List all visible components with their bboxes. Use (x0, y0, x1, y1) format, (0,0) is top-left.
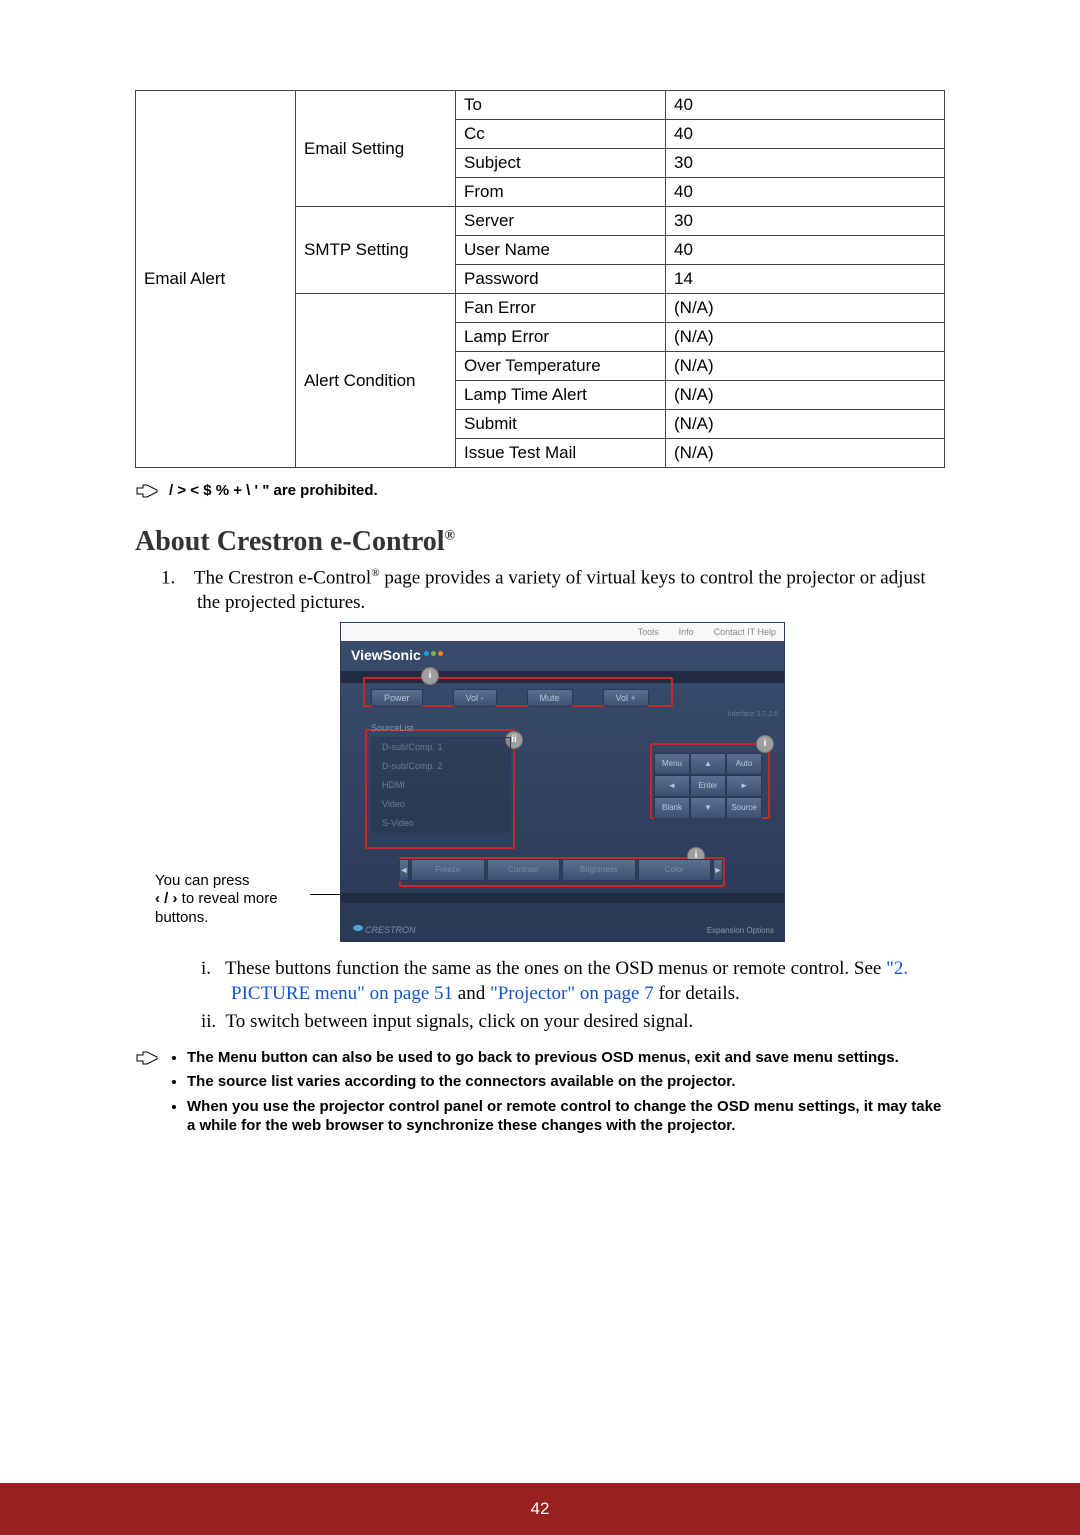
mute-button[interactable]: Mute (527, 689, 573, 707)
cell-limit: 40 (666, 91, 945, 120)
vol-minus-button[interactable]: Vol - (453, 689, 497, 707)
source-item[interactable]: D-sub/Comp. 2 (372, 757, 510, 776)
list-item: ii. To switch between input signals, cli… (201, 1009, 945, 1035)
source-item[interactable]: D-sub/Comp. 1 (372, 738, 510, 757)
cell-group: SMTP Setting (296, 207, 456, 294)
page-number: 42 (531, 1499, 550, 1519)
expansion-options-link[interactable]: Expansion Options (707, 926, 774, 935)
source-item[interactable]: S-Video (372, 814, 510, 832)
reveal-right-button[interactable]: ► (713, 859, 723, 881)
note-item: The source list varies according to the … (187, 1073, 945, 1092)
source-list-label: SourceList (371, 723, 414, 733)
note-item: The Menu button can also be used to go b… (187, 1049, 945, 1068)
brightness-button[interactable]: Brightness (562, 859, 636, 881)
link-contact[interactable]: Contact IT Help (714, 627, 776, 637)
vol-plus-button[interactable]: Vol + (603, 689, 649, 707)
auto-button[interactable]: Auto (726, 753, 762, 775)
reveal-buttons-caption: You can press ‹ / › to reveal more butto… (155, 872, 310, 928)
contrast-button[interactable]: Contrast (487, 859, 561, 881)
down-button[interactable]: ▼ (690, 797, 726, 819)
source-list: D-sub/Comp. 1 D-sub/Comp. 2 HDMI Video S… (371, 737, 511, 833)
enter-button[interactable]: Enter (690, 775, 726, 797)
up-button[interactable]: ▲ (690, 753, 726, 775)
osd-dpad: Menu ▲ Auto ◄ Enter ► Blank ▼ Source (654, 753, 764, 819)
cell-field: To (456, 91, 666, 120)
source-item[interactable]: Video (372, 795, 510, 814)
list-item: i. These buttons function the same as th… (201, 956, 945, 1007)
blank-button[interactable]: Blank (654, 797, 690, 819)
power-button[interactable]: Power (371, 689, 423, 707)
projector-link[interactable]: "Projector" on page 7 (490, 983, 654, 1004)
color-button[interactable]: Color (638, 859, 712, 881)
page-footer: 42 (0, 1483, 1080, 1535)
pointing-hand-icon (135, 482, 161, 502)
note-text: / > < $ % + \ ' " are prohibited. (169, 482, 378, 499)
viewsonic-logo: ViewSonic (351, 647, 444, 663)
section-heading: About Crestron e-Control® (135, 526, 945, 558)
cell-category: Email Alert (136, 91, 296, 468)
econtrol-screenshot: Tools Info Contact IT Help ViewSonic i i… (340, 622, 785, 942)
table-row: Email Alert Email Setting To 40 (136, 91, 945, 120)
chevron-icons: ‹ / › (155, 890, 178, 907)
screenshot-area: You can press ‹ / › to reveal more butto… (155, 622, 945, 952)
pointing-hand-icon (135, 1049, 161, 1069)
callout-badge-i: i (421, 667, 439, 685)
left-button[interactable]: ◄ (654, 775, 690, 797)
prohibited-chars-note: / > < $ % + \ ' " are prohibited. (135, 482, 945, 502)
freeze-button[interactable]: Freeze (411, 859, 485, 881)
cell-group: Email Setting (296, 91, 456, 207)
menu-button[interactable]: Menu (654, 753, 690, 775)
sub-item-list: i. These buttons function the same as th… (201, 956, 945, 1035)
cell-group: Alert Condition (296, 294, 456, 468)
callout-badge-i-2: i (756, 735, 774, 753)
crestron-logo: CRESTRON (353, 925, 416, 935)
page-content: Email Alert Email Setting To 40 Cc40 Sub… (0, 0, 1080, 1142)
intro-paragraph: 1. The Crestron e-Control® page provides… (135, 566, 945, 616)
interface-version: Interface 2.7.2.6 (727, 711, 778, 718)
right-button[interactable]: ► (726, 775, 762, 797)
source-button[interactable]: Source (726, 797, 762, 819)
link-info[interactable]: Info (679, 627, 694, 637)
input-limits-table: Email Alert Email Setting To 40 Cc40 Sub… (135, 90, 945, 468)
link-tools[interactable]: Tools (638, 627, 659, 637)
additional-notes: The Menu button can also be used to go b… (135, 1049, 945, 1142)
top-links: Tools Info Contact IT Help (341, 623, 784, 641)
bottom-controls: Freeze Contrast Brightness Color (411, 859, 711, 881)
note-item: When you use the projector control panel… (187, 1098, 945, 1136)
source-item[interactable]: HDMI (372, 776, 510, 795)
reveal-left-button[interactable]: ◄ (399, 859, 409, 881)
